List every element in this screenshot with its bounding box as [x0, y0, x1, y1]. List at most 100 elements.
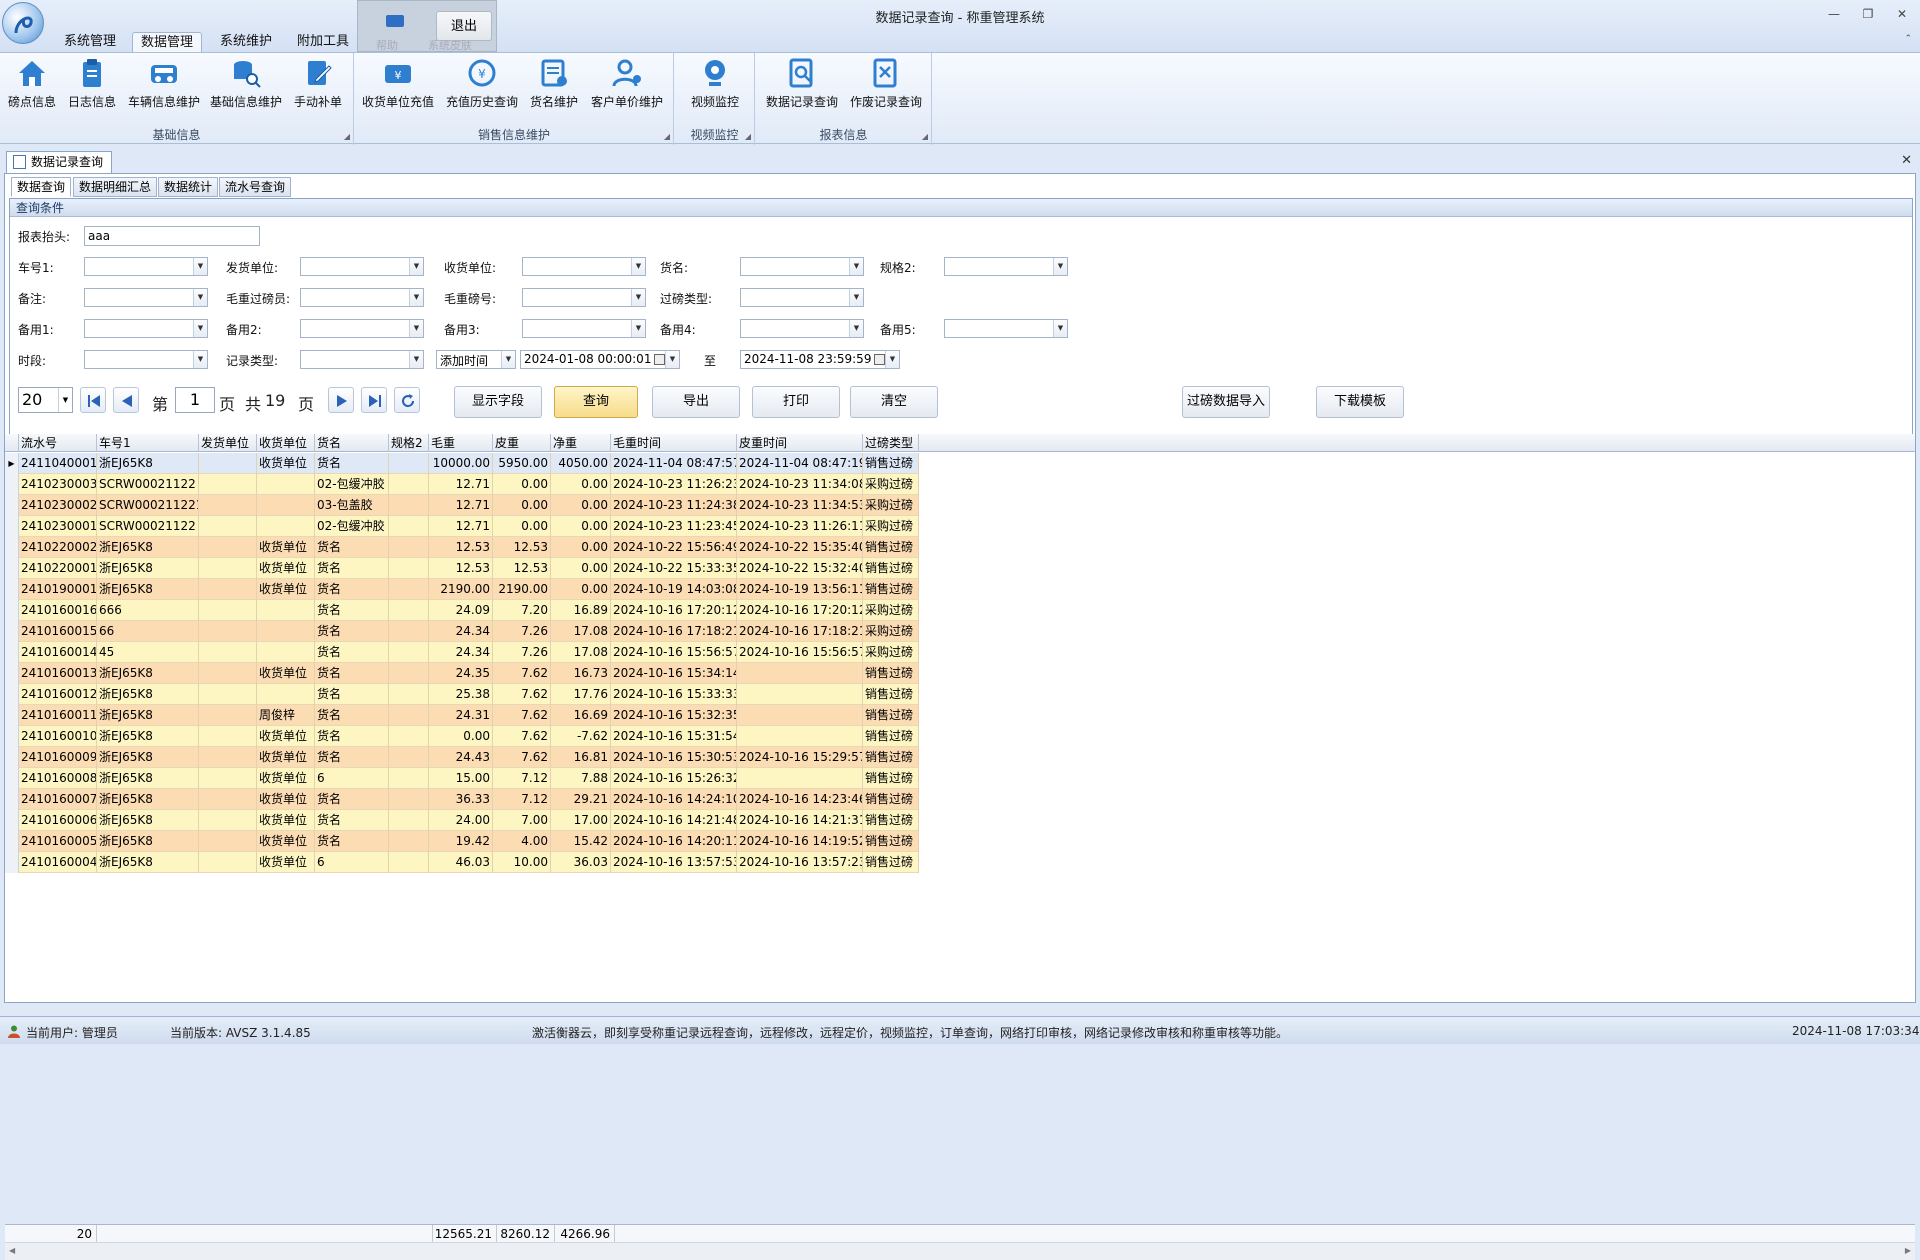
- cell-serial[interactable]: 2410160005: [19, 831, 97, 852]
- cell-tare[interactable]: 7.26: [493, 642, 551, 663]
- close-window-button[interactable]: ✕: [1892, 6, 1912, 22]
- table-row[interactable]: 2410160006 浙EJ65K8 收货单位 货名 24.00 7.00 17.00 202…: [5, 810, 919, 831]
- cell-gross[interactable]: 12.53: [429, 537, 493, 558]
- spare4-select[interactable]: ▼: [740, 319, 864, 338]
- cell-serial[interactable]: 2410160006: [19, 810, 97, 831]
- column-header-spec2[interactable]: 规格2: [389, 434, 429, 452]
- cell-tare[interactable]: 7.26: [493, 621, 551, 642]
- cell-gross-time[interactable]: 2024-10-23 11:26:23: [611, 474, 737, 495]
- table-row[interactable]: 2410160011 浙EJ65K8 周俊梓 货名 24.31 7.62 16.69 2024…: [5, 705, 919, 726]
- cell-net[interactable]: 17.76: [551, 684, 611, 705]
- cell-gross[interactable]: 12.53: [429, 558, 493, 579]
- row-indicator[interactable]: [5, 474, 19, 495]
- cell-sender[interactable]: [199, 558, 257, 579]
- cell-serial[interactable]: 2410160007: [19, 789, 97, 810]
- prev-page-button[interactable]: [113, 387, 139, 413]
- cell-tare-time[interactable]: 2024-10-16 14:23:46: [737, 789, 863, 810]
- period-select[interactable]: ▼: [84, 350, 208, 369]
- car-no-select[interactable]: ▼: [84, 257, 208, 276]
- row-indicator[interactable]: [5, 684, 19, 705]
- cell-spec2[interactable]: [389, 789, 429, 810]
- cell-serial[interactable]: 2410160014: [19, 642, 97, 663]
- cell-spec2[interactable]: [389, 852, 429, 873]
- cell-gross-time[interactable]: 2024-10-16 14:21:48: [611, 810, 737, 831]
- table-row[interactable]: 2410160016 666 货名 24.09 7.20 16.89 2024-10-16 …: [5, 600, 919, 621]
- import-button[interactable]: 过磅数据导入: [1182, 386, 1270, 418]
- cell-spec2[interactable]: [389, 600, 429, 621]
- cell-tare[interactable]: 7.62: [493, 663, 551, 684]
- cell-goods[interactable]: 货名: [315, 558, 389, 579]
- cell-gross-time[interactable]: 2024-10-16 15:26:32: [611, 768, 737, 789]
- cell-spec2[interactable]: [389, 495, 429, 516]
- refresh-button[interactable]: [394, 387, 420, 413]
- clear-button[interactable]: 清空: [850, 386, 938, 418]
- cell-gross[interactable]: 15.00: [429, 768, 493, 789]
- cell-sender[interactable]: [199, 831, 257, 852]
- row-indicator[interactable]: [5, 579, 19, 600]
- cell-gross-time[interactable]: 2024-10-16 14:24:10: [611, 789, 737, 810]
- cell-car-no[interactable]: 浙EJ65K8: [97, 789, 199, 810]
- cell-gross-time[interactable]: 2024-10-16 15:30:53: [611, 747, 737, 768]
- skin-menu-item[interactable]: 系统皮肤: [428, 37, 472, 53]
- cell-gross[interactable]: 24.09: [429, 600, 493, 621]
- status-message[interactable]: 激活衡器云，即刻享受称重记录远程查询，远程修改，远程定价，视频监控，订单查询，网…: [532, 1024, 1288, 1041]
- cell-gross[interactable]: 10000.00: [429, 453, 493, 474]
- cell-serial[interactable]: 2410160012: [19, 684, 97, 705]
- cell-spec2[interactable]: [389, 684, 429, 705]
- download-template-button[interactable]: 下载模板: [1316, 386, 1404, 418]
- table-row[interactable]: 2410160012 浙EJ65K8 货名 25.38 7.62 17.76 2024-10…: [5, 684, 919, 705]
- cell-weigh-type[interactable]: 销售过磅: [863, 705, 919, 726]
- cell-receiver[interactable]: 收货单位: [257, 579, 315, 600]
- cell-car-no[interactable]: 45: [97, 642, 199, 663]
- cell-tare-time[interactable]: 2024-10-22 15:35:40: [737, 537, 863, 558]
- gross-operator-select[interactable]: ▼: [300, 288, 424, 307]
- cell-car-no[interactable]: 浙EJ65K8: [97, 768, 199, 789]
- cell-gross-time[interactable]: 2024-10-16 15:32:35: [611, 705, 737, 726]
- cell-serial[interactable]: 2410230002: [19, 495, 97, 516]
- cell-gross[interactable]: 36.33: [429, 789, 493, 810]
- row-indicator[interactable]: [5, 768, 19, 789]
- table-row[interactable]: 2410160010 浙EJ65K8 收货单位 货名 0.00 7.62 -7.62 2024…: [5, 726, 919, 747]
- cell-weigh-type[interactable]: 销售过磅: [863, 789, 919, 810]
- cell-net[interactable]: 17.08: [551, 621, 611, 642]
- cell-tare-time[interactable]: [737, 726, 863, 747]
- cell-net[interactable]: 0.00: [551, 537, 611, 558]
- cell-serial[interactable]: 2410160009: [19, 747, 97, 768]
- cell-car-no[interactable]: 浙EJ65K8: [97, 663, 199, 684]
- cell-spec2[interactable]: [389, 663, 429, 684]
- cell-tare-time[interactable]: 2024-10-16 14:19:52: [737, 831, 863, 852]
- cell-net[interactable]: 16.73: [551, 663, 611, 684]
- table-row[interactable]: 2410160005 浙EJ65K8 收货单位 货名 19.42 4.00 15.42 202…: [5, 831, 919, 852]
- row-indicator[interactable]: [5, 600, 19, 621]
- cell-tare-time[interactable]: 2024-10-23 11:34:53: [737, 495, 863, 516]
- cell-weigh-type[interactable]: 采购过磅: [863, 621, 919, 642]
- cell-tare-time[interactable]: 2024-10-16 15:29:57: [737, 747, 863, 768]
- cell-tare[interactable]: 10.00: [493, 852, 551, 873]
- cell-goods[interactable]: 6: [315, 852, 389, 873]
- cell-car-no[interactable]: 666: [97, 600, 199, 621]
- cell-serial[interactable]: 2410160013: [19, 663, 97, 684]
- cell-sender[interactable]: [199, 789, 257, 810]
- tab-data-statistics[interactable]: 数据统计: [158, 177, 218, 197]
- spare5-select[interactable]: ▼: [944, 319, 1068, 338]
- cell-tare[interactable]: 0.00: [493, 516, 551, 537]
- cell-gross[interactable]: 25.38: [429, 684, 493, 705]
- spare3-select[interactable]: ▼: [522, 319, 646, 338]
- page-size-select[interactable]: 20 ▼: [18, 387, 73, 413]
- cell-sender[interactable]: [199, 768, 257, 789]
- cell-serial[interactable]: 2411040001: [19, 453, 97, 474]
- cell-goods[interactable]: 货名: [315, 684, 389, 705]
- table-row[interactable]: 2410230003 SCRW00021122 02-包缓冲胶 12.71 0.00 0.…: [5, 474, 919, 495]
- cell-serial[interactable]: 2410160004: [19, 852, 97, 873]
- cell-gross-time[interactable]: 2024-10-16 17:20:12: [611, 600, 737, 621]
- cell-car-no[interactable]: 浙EJ65K8: [97, 726, 199, 747]
- cell-receiver[interactable]: [257, 684, 315, 705]
- cell-gross-time[interactable]: 2024-11-04 08:47:57: [611, 453, 737, 474]
- cell-spec2[interactable]: [389, 726, 429, 747]
- cell-tare-time[interactable]: 2024-10-16 13:57:23: [737, 852, 863, 873]
- row-indicator[interactable]: [5, 495, 19, 516]
- cell-gross-time[interactable]: 2024-10-16 13:57:53: [611, 852, 737, 873]
- cell-sender[interactable]: [199, 579, 257, 600]
- cell-sender[interactable]: [199, 663, 257, 684]
- ribbon-button-scale-info[interactable]: 磅点信息: [6, 57, 58, 113]
